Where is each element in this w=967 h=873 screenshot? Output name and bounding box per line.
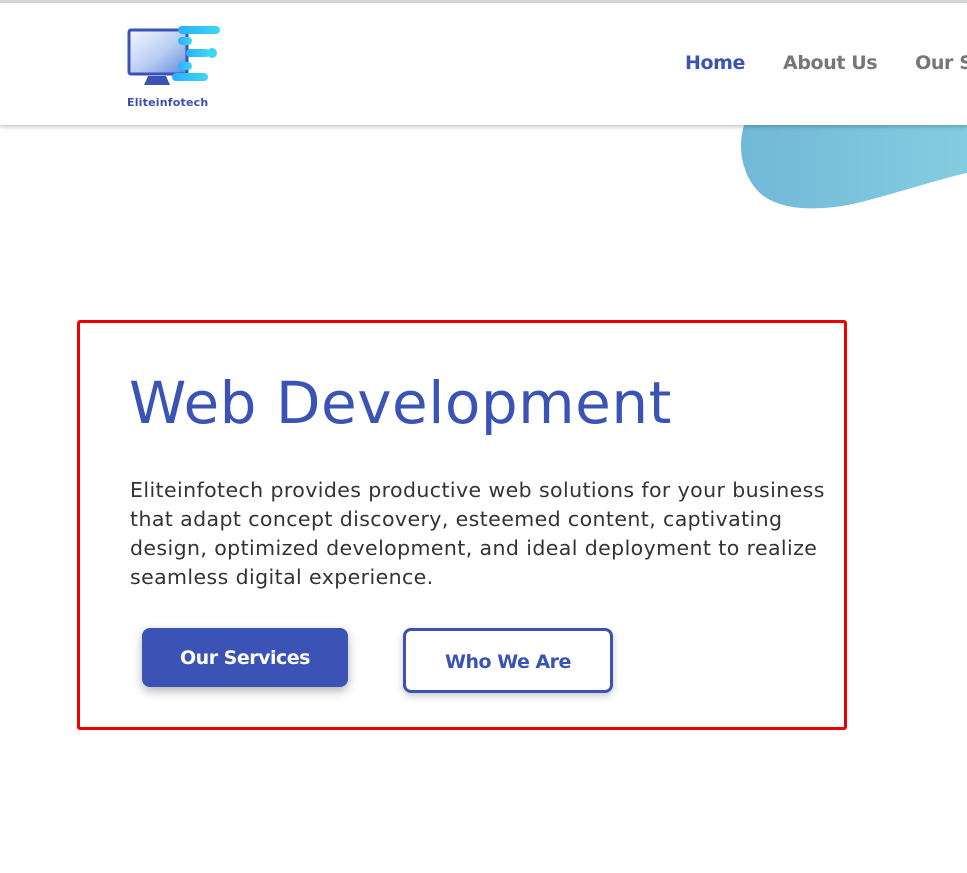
logo-text: Eliteinfotech: [127, 96, 209, 109]
page: Eliteinfotech Home About Us Our Ser Web …: [0, 0, 967, 873]
our-services-button[interactable]: Our Services: [142, 628, 348, 687]
hero-description: Eliteinfotech provides productive web so…: [130, 478, 825, 589]
nav-item-home[interactable]: Home: [685, 52, 745, 74]
decorative-blob: [741, 118, 967, 209]
site-header: Eliteinfotech Home About Us Our Ser: [0, 3, 967, 125]
monitor-e-logo-icon: [127, 26, 220, 85]
nav-item-our-services[interactable]: Our Ser: [915, 52, 967, 74]
nav-item-about-us[interactable]: About Us: [783, 52, 878, 74]
hero-title: Web Development: [129, 369, 672, 437]
hero-section: Web Development Eliteinfotech provides p…: [77, 320, 847, 730]
main-nav: Home About Us Our Ser: [685, 52, 967, 74]
who-we-are-button[interactable]: Who We Are: [403, 628, 613, 693]
logo[interactable]: Eliteinfotech: [126, 23, 236, 113]
